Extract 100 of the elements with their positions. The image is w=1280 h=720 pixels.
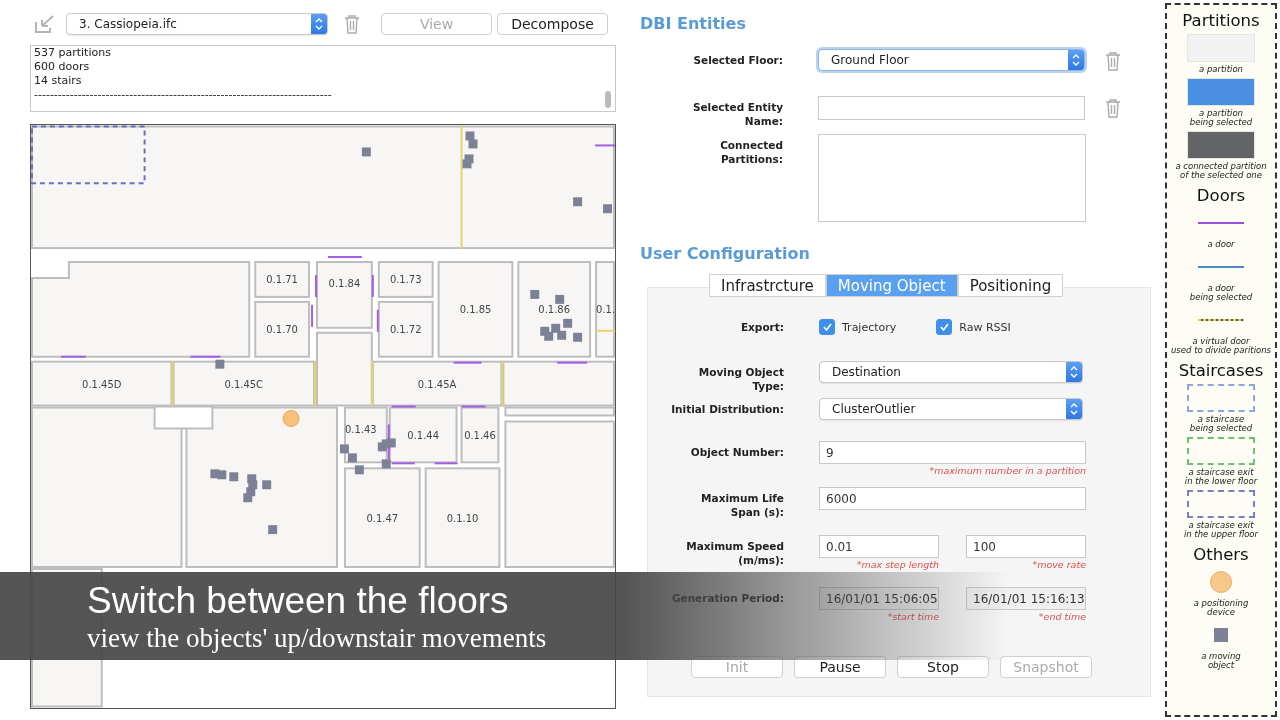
room-label: 0.1.44 bbox=[407, 429, 439, 441]
room-label: 0.1.71 bbox=[266, 274, 298, 286]
dropdown[interactable]: Destination bbox=[819, 361, 1083, 383]
legend-label: a connected partition of the selected one bbox=[1175, 162, 1267, 180]
door-line bbox=[371, 274, 374, 298]
door-line bbox=[311, 303, 314, 328]
room-label: 0.1.47 bbox=[366, 512, 399, 524]
legend-label: a partition bbox=[1199, 65, 1243, 74]
door-line bbox=[189, 355, 222, 358]
section-title: DBI Entities bbox=[640, 14, 747, 35]
trash-icon[interactable] bbox=[1105, 51, 1121, 71]
moving-object bbox=[215, 359, 225, 369]
door-line bbox=[59, 355, 87, 358]
log-line: 537 partitions bbox=[34, 46, 112, 60]
tab[interactable]: Positioning bbox=[957, 274, 1064, 297]
legend-title: Others bbox=[1193, 545, 1249, 564]
input-field[interactable] bbox=[818, 96, 1085, 120]
room-label: 0.1.45A bbox=[417, 378, 457, 390]
trash-icon[interactable] bbox=[344, 14, 360, 34]
checkmark-icon[interactable] bbox=[939, 323, 949, 331]
field-label: Selected Floor: bbox=[692, 53, 783, 67]
door-line bbox=[327, 256, 363, 259]
door-line bbox=[433, 462, 459, 465]
stepper-icon[interactable] bbox=[1070, 403, 1078, 415]
room bbox=[254, 261, 311, 298]
input-field[interactable]: 6000 bbox=[819, 487, 1086, 510]
checkbox[interactable] bbox=[936, 319, 953, 335]
virtual-door-line bbox=[171, 359, 174, 408]
import-icon[interactable] bbox=[34, 14, 56, 34]
checkbox[interactable] bbox=[819, 319, 835, 335]
field-label: Selected Entity Name: bbox=[691, 100, 783, 128]
room-label: 0.1.73 bbox=[389, 274, 422, 286]
floor-dropdown[interactable]: Ground Floor bbox=[818, 49, 1085, 71]
toolbar-button[interactable]: Decompose bbox=[497, 13, 608, 35]
room bbox=[254, 300, 311, 358]
checkmark-icon[interactable] bbox=[822, 323, 832, 331]
door-line bbox=[556, 361, 589, 364]
input-field[interactable]: 100 bbox=[966, 535, 1086, 558]
field-label: Initial Distribution: bbox=[670, 402, 784, 416]
moving-object bbox=[555, 294, 565, 304]
virtual-door-line bbox=[314, 359, 317, 408]
room-label: 0.1.70 bbox=[266, 324, 298, 336]
room-label: 0.1. bbox=[596, 304, 615, 316]
moving-object bbox=[603, 204, 612, 214]
room-label: 0.1.43 bbox=[345, 423, 377, 435]
field-label: Object Number: bbox=[689, 445, 784, 459]
virtual-door-line bbox=[370, 359, 373, 408]
stepper-icon[interactable] bbox=[1072, 54, 1080, 66]
moving-object bbox=[268, 525, 278, 535]
legend-title: Partitions bbox=[1182, 11, 1260, 30]
legend-label: a partition being selected bbox=[1189, 109, 1253, 127]
room-label: 0.1.86 bbox=[538, 304, 571, 316]
room bbox=[377, 300, 434, 358]
text-area[interactable] bbox=[818, 134, 1086, 222]
legend-label: a staircase being selected bbox=[1189, 415, 1253, 433]
moving-object bbox=[530, 289, 540, 299]
field-label: Generation Period: bbox=[670, 591, 784, 605]
legend-title: Doors bbox=[1196, 186, 1246, 205]
action-button[interactable]: Pause bbox=[794, 656, 886, 678]
legend-label: a staircase exit in the upper floor bbox=[1183, 521, 1259, 539]
legend-label: a staircase exit in the lower floor bbox=[1184, 468, 1258, 486]
caption-title: Switch between the floors bbox=[87, 579, 509, 623]
room-label: 0.1.84 bbox=[328, 277, 361, 289]
field-label: Maximum Life Span (s): bbox=[700, 491, 784, 519]
door-line bbox=[594, 144, 615, 147]
stepper-icon[interactable] bbox=[315, 18, 323, 30]
field-label: Connected Partitions: bbox=[719, 138, 783, 166]
room-label: 0.1.72 bbox=[389, 324, 422, 336]
legend-label: a door bbox=[1207, 240, 1235, 249]
log-area[interactable]: 537 partitions 600 doors 14 stairs --------------------------------------------------------------------------- bbox=[30, 45, 616, 112]
checkbox-label: Raw RSSI bbox=[959, 320, 1011, 334]
hint-text: *start time bbox=[887, 610, 939, 623]
stepper-icon[interactable] bbox=[1070, 366, 1078, 378]
virtual-door-line bbox=[594, 329, 615, 332]
input-field[interactable]: 0.01 bbox=[819, 535, 939, 558]
field-label: Export: bbox=[739, 320, 784, 334]
legend-label: a moving object bbox=[1201, 652, 1241, 670]
input-field[interactable]: 9 bbox=[819, 441, 1086, 464]
virtual-door-line bbox=[501, 359, 504, 408]
log-line: --------------------------------------------------------------------------- bbox=[34, 88, 333, 102]
field-label: Moving Object Type: bbox=[697, 365, 784, 393]
log-line: 600 doors bbox=[34, 60, 91, 74]
file-dropdown[interactable]: 3. Cassiopeia.ifc bbox=[66, 13, 328, 35]
checkbox-label: Trajectory bbox=[842, 320, 897, 334]
door-line bbox=[452, 361, 483, 364]
scrollbar-thumb[interactable] bbox=[605, 91, 611, 108]
legend-label: a positioning device bbox=[1193, 599, 1249, 617]
door-line bbox=[390, 405, 417, 408]
action-button[interactable]: Stop bbox=[897, 656, 989, 678]
room-label: 0.1.46 bbox=[464, 429, 496, 441]
room-label: 0.1.45D bbox=[82, 378, 122, 390]
legend-label: a door being selected bbox=[1189, 284, 1253, 302]
hint-text: *end time bbox=[1038, 610, 1086, 623]
trash-icon[interactable] bbox=[1105, 98, 1121, 118]
field-label: Maximum Speed (m/ms): bbox=[685, 539, 784, 567]
caption-subtitle: view the objects' up/downstair movements bbox=[87, 623, 547, 653]
tab[interactable]: Infrastrcture bbox=[709, 274, 826, 297]
hint-text: *max step length bbox=[856, 558, 939, 571]
room-label: 0.1.45C bbox=[224, 378, 264, 390]
dropdown[interactable]: ClusterOutlier bbox=[819, 398, 1083, 420]
